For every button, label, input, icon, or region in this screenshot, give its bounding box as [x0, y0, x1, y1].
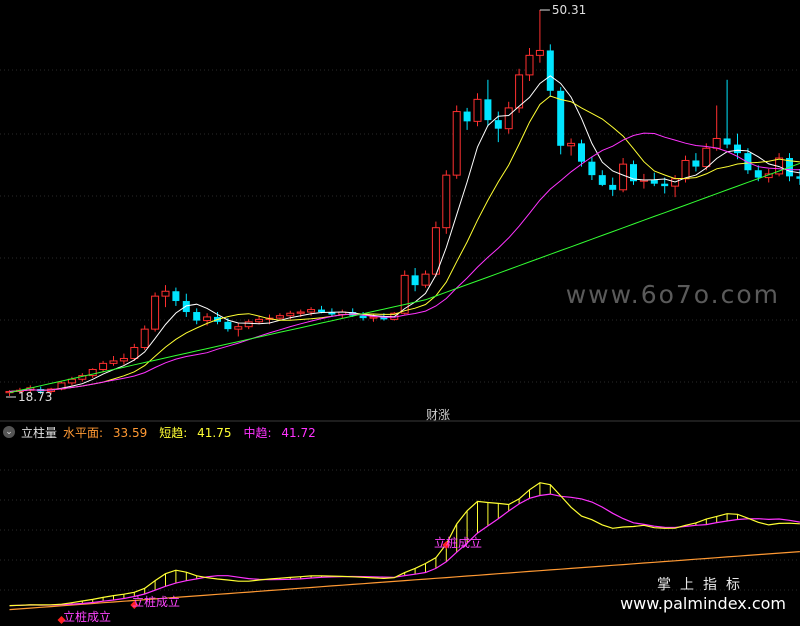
ma5-line: [9, 75, 800, 392]
candle[interactable]: [140, 325, 149, 350]
ma10-line: [9, 95, 800, 392]
candle[interactable]: [214, 312, 221, 325]
candle[interactable]: [535, 10, 544, 63]
candle[interactable]: [99, 360, 108, 372]
candle[interactable]: [546, 44, 554, 97]
stock-chart: 50.31 18.73: [0, 3, 800, 624]
signal-label: 立桩成立: [63, 610, 112, 624]
brand-block: 掌上指标 www.palmindex.com: [620, 574, 786, 613]
candle[interactable]: [338, 309, 347, 319]
candle[interactable]: [119, 353, 128, 365]
candle[interactable]: [567, 138, 576, 156]
candle[interactable]: [598, 170, 606, 187]
indicator-name[interactable]: 立柱量: [21, 424, 57, 441]
horizontal-label: 水平面: 33.59: [63, 425, 148, 440]
candle[interactable]: [109, 356, 118, 366]
candle[interactable]: [484, 79, 492, 127]
candle[interactable]: [525, 48, 534, 82]
ma20-line: [9, 132, 800, 392]
chevron-down-icon[interactable]: ⌄: [3, 426, 15, 438]
candle[interactable]: [234, 323, 243, 337]
candle[interactable]: [463, 107, 471, 130]
candle[interactable]: [630, 160, 637, 185]
candle[interactable]: [442, 170, 451, 234]
indicator-legend: ⌄ 立柱量 水平面: 33.59 短趋: 41.75 中趋: 41.72: [0, 422, 800, 442]
min-price-label: 18.73: [18, 390, 52, 404]
candle[interactable]: [796, 169, 800, 185]
candle[interactable]: [775, 153, 784, 177]
watermark-text: www.6o7o.com: [565, 280, 780, 309]
candle[interactable]: [172, 287, 180, 306]
candle[interactable]: [639, 173, 648, 189]
candlestick-series[interactable]: [5, 10, 800, 396]
moving-average-lines: [6, 9, 800, 398]
signal-label: 立桩成立: [434, 536, 483, 550]
candle[interactable]: [473, 93, 482, 127]
brand-name: 掌上指标: [657, 577, 750, 593]
short-trend-label: 短趋: 41.75: [159, 425, 232, 440]
candle[interactable]: [723, 79, 731, 149]
candle[interactable]: [400, 270, 409, 315]
candle[interactable]: [504, 101, 513, 134]
candle[interactable]: [421, 270, 430, 288]
finance-event-tag[interactable]: 财涨: [426, 406, 450, 423]
candle[interactable]: [161, 285, 170, 308]
candle[interactable]: [609, 177, 617, 196]
candle[interactable]: [557, 87, 565, 155]
candle[interactable]: [244, 319, 253, 330]
grid-lines: [0, 69, 800, 591]
candle[interactable]: [692, 153, 700, 172]
candle[interactable]: [193, 308, 201, 325]
candle[interactable]: [411, 268, 419, 292]
max-price-label: 50.31: [552, 3, 586, 17]
signal-label: 立桩成立: [132, 595, 181, 609]
candle[interactable]: [151, 292, 160, 332]
candle[interactable]: [712, 105, 721, 151]
mid-trend-label: 中趋: 41.72: [243, 425, 316, 440]
candle[interactable]: [452, 105, 461, 179]
candle[interactable]: [588, 156, 596, 181]
brand-url[interactable]: www.palmindex.com: [620, 594, 786, 613]
